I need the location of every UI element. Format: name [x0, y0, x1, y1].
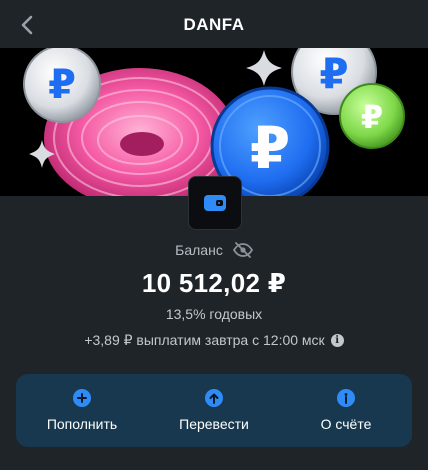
info-icon[interactable]: i: [330, 334, 344, 347]
account-info-label: О счёте: [320, 416, 372, 432]
banner-illustration: ₽ ₽ ₽ ₽: [23, 48, 405, 196]
eye-crossed-icon: [232, 242, 253, 258]
payout-text: +3,89 ₽ выплатим завтра с 12:00 мск: [84, 332, 325, 348]
balance-amount: 10 512,02 ₽: [141, 268, 287, 298]
actions-panel: Пополнить Перевести О счёте: [16, 374, 412, 447]
svg-text:₽: ₽: [361, 98, 383, 136]
svg-text:₽: ₽: [48, 62, 76, 108]
top-up-label: Пополнить: [46, 416, 118, 432]
promo-banner: ₽ ₽ ₽ ₽: [0, 48, 428, 196]
info-circle-icon: [337, 389, 355, 407]
arrow-up-circle-icon: [205, 389, 223, 407]
transfer-label: Перевести: [179, 416, 249, 432]
plus-circle-icon: [73, 389, 91, 407]
payout-info-row: +3,89 ₽ выплатим завтра с 12:00 мск i: [0, 332, 428, 349]
wallet-icon: [188, 176, 242, 230]
ruble-coin-icon: ₽: [339, 83, 405, 149]
hide-balance-button[interactable]: [232, 240, 253, 260]
svg-text:₽: ₽: [319, 49, 348, 98]
svg-text:₽: ₽: [250, 114, 290, 182]
account-info-button[interactable]: О счёте: [281, 389, 411, 432]
ruble-coin-icon: ₽: [23, 48, 101, 123]
top-up-button[interactable]: Пополнить: [17, 389, 147, 432]
page-title: DANFA: [183, 15, 245, 34]
sparkle-icon: [246, 50, 282, 86]
balance-label-row: Баланс: [0, 240, 428, 260]
balance-label: Баланс: [175, 242, 223, 258]
top-bar: DANFA: [0, 0, 428, 50]
interest-rate: 13,5% годовых: [165, 306, 263, 322]
transfer-button[interactable]: Перевести: [149, 389, 279, 432]
